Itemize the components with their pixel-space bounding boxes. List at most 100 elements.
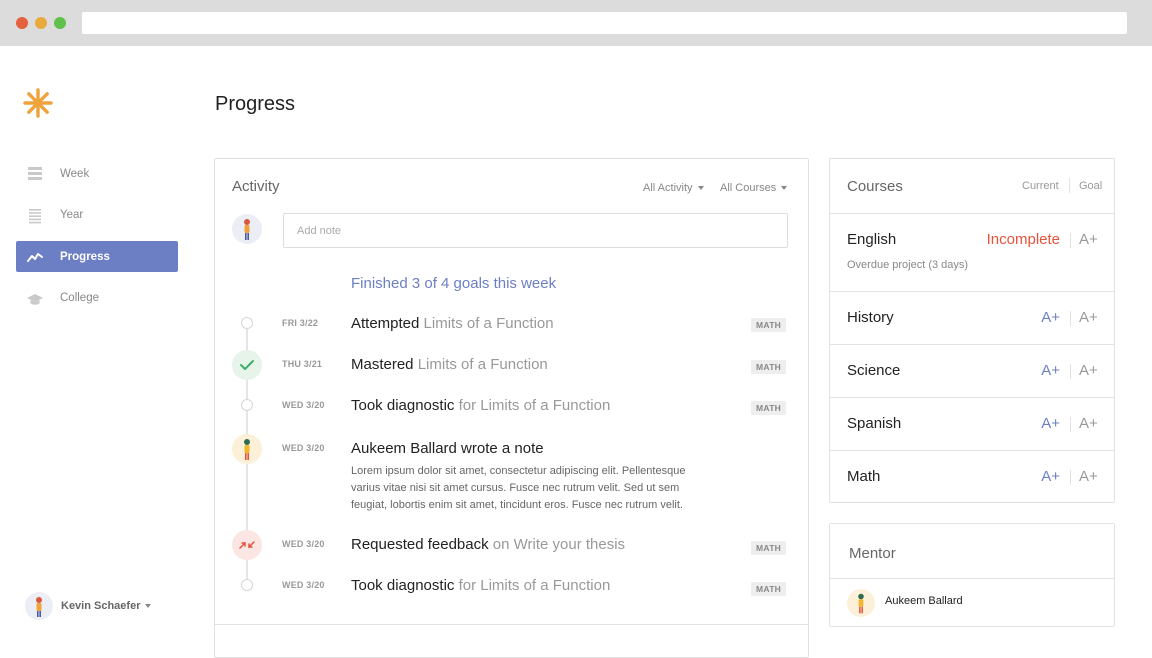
add-note-input[interactable] bbox=[283, 213, 788, 248]
activity-title: Activity bbox=[232, 178, 280, 195]
course-current-grade: A+ bbox=[1041, 415, 1060, 432]
course-goal-grade: A+ bbox=[1079, 231, 1098, 248]
entry-action: Aukeem Ballard wrote a note bbox=[351, 440, 544, 457]
divider bbox=[1070, 417, 1071, 432]
divider bbox=[1070, 233, 1071, 248]
sidebar-item-week[interactable]: Week bbox=[16, 158, 178, 189]
divider bbox=[1070, 311, 1071, 326]
mastered-check-icon bbox=[232, 350, 262, 380]
goals-summary: Finished 3 of 4 goals this week bbox=[351, 275, 557, 292]
activity-card: Activity All Activity All Courses Finish… bbox=[214, 158, 809, 658]
entry-text: Attempted Limits of a Function bbox=[351, 315, 554, 332]
entry-text: Aukeem Ballard wrote a note bbox=[351, 440, 544, 457]
goal-column-header: Goal bbox=[1079, 180, 1103, 192]
courses-title: Courses bbox=[847, 178, 903, 195]
timeline-dot-icon bbox=[241, 579, 253, 591]
entry-action: Attempted bbox=[351, 315, 420, 332]
entry-date: WED 3/20 bbox=[282, 400, 325, 410]
course-current-grade: A+ bbox=[1041, 468, 1060, 485]
page-title: Progress bbox=[215, 93, 296, 115]
note-body: Lorem ipsum dolor sit amet, consectetur … bbox=[351, 465, 686, 511]
course-note: Overdue project (3 days) bbox=[847, 259, 969, 271]
avatar bbox=[25, 592, 53, 620]
current-column-header: Current bbox=[1022, 180, 1059, 192]
course-goal-grade: A+ bbox=[1079, 362, 1098, 379]
entry-date: WED 3/20 bbox=[282, 539, 325, 549]
course-row-english[interactable]: English Incomplete A+ Overdue project (3… bbox=[830, 213, 1114, 291]
course-row-history[interactable]: History A+ A+ bbox=[830, 291, 1114, 344]
entry-text: Took diagnostic for Limits of a Function bbox=[351, 397, 610, 414]
course-row-science[interactable]: Science A+ A+ bbox=[830, 344, 1114, 397]
entry-action: Mastered bbox=[351, 356, 414, 373]
entry-action: Took diagnostic bbox=[351, 397, 455, 414]
chevron-down-icon bbox=[697, 186, 704, 191]
mentor-card: Mentor Aukeem Ballard bbox=[829, 523, 1115, 627]
all-activity-filter[interactable]: All Activity bbox=[643, 182, 704, 194]
divider bbox=[1070, 470, 1071, 485]
subject-tag: MATH bbox=[751, 318, 787, 332]
filter-label: All Activity bbox=[643, 182, 693, 194]
entry-date: FRI 3/22 bbox=[282, 318, 319, 328]
entry-action: Took diagnostic bbox=[351, 577, 455, 594]
course-name: Science bbox=[847, 362, 901, 379]
course-name: Spanish bbox=[847, 415, 902, 432]
progress-icon bbox=[27, 253, 43, 262]
course-goal-grade: A+ bbox=[1079, 309, 1098, 326]
timeline-dot-icon bbox=[241, 317, 253, 329]
course-current-grade: Incomplete bbox=[986, 231, 1060, 248]
minimize-window-button[interactable] bbox=[35, 17, 47, 29]
all-courses-filter[interactable]: All Courses bbox=[720, 182, 788, 194]
course-name: Math bbox=[847, 468, 881, 485]
subject-tag: MATH bbox=[751, 582, 787, 596]
mentor-avatar-icon bbox=[232, 434, 262, 464]
chevron-down-icon bbox=[145, 604, 152, 608]
entry-detail[interactable]: for Limits of a Function bbox=[454, 397, 611, 414]
mentor-avatar-icon bbox=[847, 589, 875, 617]
entry-detail[interactable]: Limits of a Function bbox=[419, 315, 554, 332]
feedback-arrows-icon bbox=[232, 530, 262, 560]
entry-action: Requested feedback bbox=[351, 536, 489, 553]
subject-tag: MATH bbox=[751, 360, 787, 374]
entry-detail[interactable]: for Limits of a Function bbox=[454, 577, 611, 594]
course-goal-grade: A+ bbox=[1079, 468, 1098, 485]
chevron-down-icon bbox=[781, 186, 788, 191]
course-name: History bbox=[847, 309, 894, 326]
entry-detail[interactable]: Limits of a Function bbox=[414, 356, 548, 373]
entry-text: Mastered Limits of a Function bbox=[351, 356, 548, 373]
sidebar-item-college[interactable]: College bbox=[16, 283, 178, 314]
close-window-button[interactable] bbox=[16, 17, 28, 29]
browser-chrome bbox=[0, 0, 1152, 46]
maximize-window-button[interactable] bbox=[54, 17, 66, 29]
filter-label: All Courses bbox=[720, 182, 777, 194]
year-icon bbox=[29, 208, 41, 223]
divider bbox=[830, 578, 1114, 579]
course-current-grade: A+ bbox=[1041, 362, 1060, 379]
subject-tag: MATH bbox=[751, 401, 787, 415]
user-avatar-icon bbox=[232, 214, 262, 244]
entry-date: WED 3/20 bbox=[282, 443, 325, 453]
subject-tag: MATH bbox=[751, 541, 787, 555]
course-row-math[interactable]: Math A+ A+ bbox=[830, 450, 1114, 503]
sidebar-item-year[interactable]: Year bbox=[16, 200, 178, 231]
timeline-dot-icon bbox=[241, 399, 253, 411]
sidebar-item-progress[interactable]: Progress bbox=[16, 241, 178, 272]
sidebar-item-label: Week bbox=[60, 167, 90, 180]
week-icon bbox=[28, 167, 42, 180]
sidebar-item-label: Progress bbox=[60, 250, 110, 263]
entry-detail[interactable]: on Write your thesis bbox=[489, 536, 625, 553]
user-name: Kevin Schaefer bbox=[61, 600, 141, 612]
entry-date: WED 3/20 bbox=[282, 580, 325, 590]
user-avatar-icon bbox=[36, 597, 42, 617]
college-icon bbox=[27, 293, 43, 305]
entry-date: THU 3/21 bbox=[282, 359, 323, 369]
course-goal-grade: A+ bbox=[1079, 415, 1098, 432]
course-row-spanish[interactable]: Spanish A+ A+ bbox=[830, 397, 1114, 450]
sidebar-item-label: College bbox=[60, 292, 99, 304]
address-bar[interactable] bbox=[82, 12, 1127, 34]
course-name: English bbox=[847, 231, 897, 248]
courses-card: Courses Current Goal English Incomplete … bbox=[829, 158, 1115, 503]
user-menu[interactable]: Kevin Schaefer bbox=[25, 592, 152, 620]
logo-icon[interactable] bbox=[22, 87, 54, 119]
entry-text: Requested feedback on Write your thesis bbox=[351, 536, 625, 553]
mentor-name[interactable]: Aukeem Ballard bbox=[885, 595, 963, 607]
